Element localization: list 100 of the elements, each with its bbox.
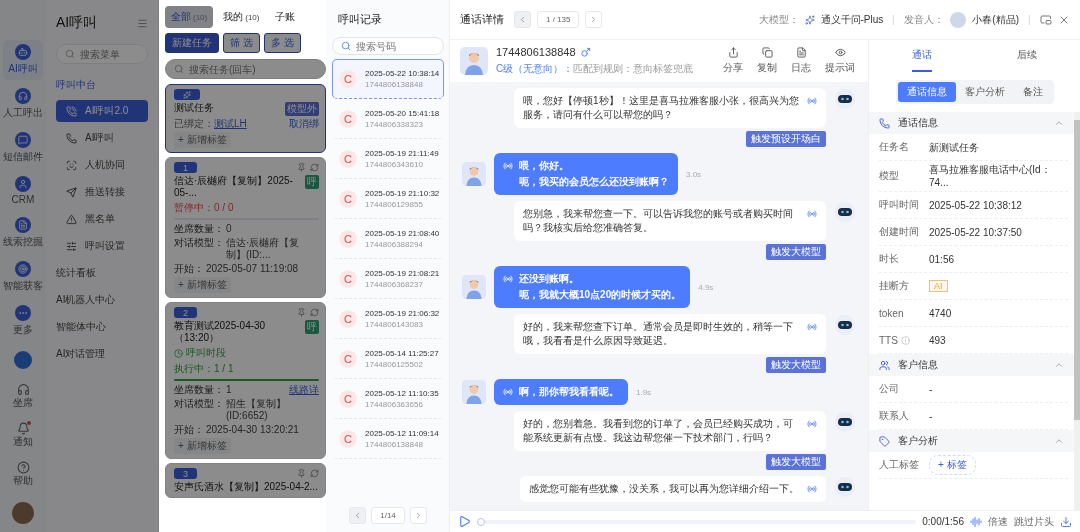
line-detail-link[interactable]: 线路详 [289,384,319,396]
next-page-button[interactable] [409,507,427,524]
call-record[interactable]: C 2025-05-12 11:10:35 1744806363656 [332,379,444,419]
speed-button[interactable]: 倍速 [988,514,1008,529]
collapse-icon[interactable] [1054,360,1064,370]
task-search-field[interactable]: 搜索任务(回车) [189,63,317,75]
phone-number: 1744806343610 [365,160,424,169]
rail-item[interactable]: 帮助 [3,457,43,492]
add-tag-button[interactable]: + 新增标签 [174,132,231,148]
refresh-icon[interactable] [310,469,319,478]
side-tab[interactable]: 后续 [1017,40,1038,72]
action-button[interactable]: 分享 [720,47,746,75]
task-tab[interactable]: 我的 (10) [217,6,266,28]
call-record[interactable]: C 2025-05-14 11:25:27 1744806125502 [332,339,444,379]
playback-thumb[interactable] [477,517,485,526]
menu-item[interactable]: AI呼叫2.0 [56,100,148,122]
sound-icon[interactable] [503,274,513,284]
action-button[interactable]: 日志 [788,47,814,75]
call-record[interactable]: C 2025-05-12 11:09:14 1744806138848 [332,419,444,459]
segment-button[interactable]: 备注 [1013,82,1052,102]
menu-item[interactable]: 推送转接 [56,181,148,203]
next-call-button[interactable] [585,11,603,28]
playback-track[interactable] [477,519,917,524]
sound-icon[interactable] [503,161,513,171]
field-value: 0 [226,223,233,235]
section-header[interactable]: 通话信息 [869,112,1074,134]
bound-link[interactable]: 测试LH [214,118,247,129]
call-record[interactable]: C 2025-05-19 21:08:21 1744806368237 [332,259,444,299]
section-header[interactable]: 客户信息 [869,354,1074,376]
collapse-icon[interactable] [1054,436,1064,446]
message-text: 喂，您好【停顿1秒】！这里是喜马拉雅客服小张，很高兴为您服务，请问有什么可以帮您的吗？ [523,94,799,122]
field-label: 联系人 [879,409,909,423]
menu-item[interactable]: 人机协同 [56,154,148,176]
action-button[interactable]: 复制 [754,47,780,75]
download-button[interactable] [1060,515,1072,528]
section-header[interactable]: 客户分析 [869,430,1074,452]
pin-icon[interactable] [297,163,306,172]
collapse-icon[interactable] [1054,118,1064,128]
menu-item[interactable]: AI呼叫 [56,127,148,149]
grade-avatar: C [339,310,357,328]
grade-avatar: C [339,150,357,168]
call-record[interactable]: C 2025-05-19 21:08:40 1744806388294 [332,219,444,259]
collapse-icon[interactable] [137,17,148,29]
picture-in-picture-button[interactable] [1040,13,1052,26]
rail-item[interactable]: AI呼叫 [3,40,43,80]
segment-button[interactable]: 通话信息 [897,82,956,102]
rail-item[interactable]: 线索挖掘 [3,213,43,253]
add-label-button[interactable]: + 标签 [929,455,976,475]
sound-icon[interactable] [503,387,513,397]
sound-icon[interactable] [807,322,817,332]
number-search-bar[interactable]: 搜索号码 [332,37,444,55]
grade-avatar: C [339,350,357,368]
menu-search-bar[interactable]: 搜索菜单 [56,44,148,64]
pin-icon[interactable] [297,469,306,478]
sound-icon[interactable] [807,209,817,219]
menu-item[interactable]: 呼叫设置 [56,235,148,257]
add-tag-button[interactable]: + 新增标签 [174,438,231,454]
menu-item[interactable]: 黑名单 [56,208,148,230]
rail-item[interactable]: 人工呼出 [3,84,43,124]
side-tab[interactable]: 通话 [911,40,932,72]
menu-item[interactable]: 智能体中心 [56,316,148,338]
task-button[interactable]: 多 选 [263,33,301,53]
field-label: 任务名 [879,140,909,154]
task-button[interactable]: 新建任务 [165,33,219,53]
add-tag-button[interactable]: + 新增标签 [174,277,231,293]
rail-item[interactable]: 短信邮件 [3,128,43,168]
number-search-field[interactable]: 搜索号码 [356,40,435,52]
field-label: 开始： [174,263,204,275]
action-button[interactable]: 提示词 [822,47,858,75]
sound-icon[interactable] [807,419,817,429]
call-time: 2025-05-19 21:11:49 [365,149,439,158]
sound-icon[interactable] [807,96,817,106]
task-search-bar[interactable]: 搜索任务(回车) [165,59,326,79]
segment-button[interactable]: 客户分析 [955,82,1014,102]
call-record[interactable]: C 2025-05-20 15:41:18 1744806338323 [332,99,444,139]
call-time: 2025-05-20 15:41:18 [365,109,440,118]
call-record[interactable]: C 2025-05-19 21:11:49 1744806343610 [332,139,444,179]
prev-page-button[interactable] [349,507,367,524]
rail-item[interactable]: 坐席 [3,379,43,414]
play-button[interactable] [458,515,471,528]
user-avatar[interactable] [12,502,34,524]
unbind-link[interactable]: 取消绑 [289,118,319,130]
call-record[interactable]: C 2025-05-22 10:38:14 1744806138848 [332,59,444,99]
rail-item[interactable]: 通知 [3,418,43,453]
rail-item[interactable]: CRM [3,172,43,209]
task-button[interactable]: 筛 选 [223,33,260,53]
menu-item[interactable]: AI对话管理 [56,343,148,365]
menu-item[interactable]: AI机器人中心 [56,289,148,311]
pin-icon[interactable] [297,308,306,317]
call-record[interactable]: C 2025-05-19 21:06:32 1744806143083 [332,299,444,339]
menu-search-field[interactable]: 搜索菜单 [80,48,139,60]
refresh-icon[interactable] [310,308,319,317]
rail-item[interactable]: 智能获客 [3,257,43,297]
task-tab[interactable]: 子账 [269,6,302,28]
sound-icon[interactable] [807,484,817,494]
refresh-icon[interactable] [310,163,319,172]
rail-item[interactable]: 更多 [3,301,43,341]
menu-item[interactable]: 统计看板 [56,262,148,284]
skip-intro-button[interactable]: 跳过片头 [1014,514,1054,529]
call-record[interactable]: C 2025-05-19 21:10:32 1744806129855 [332,179,444,219]
